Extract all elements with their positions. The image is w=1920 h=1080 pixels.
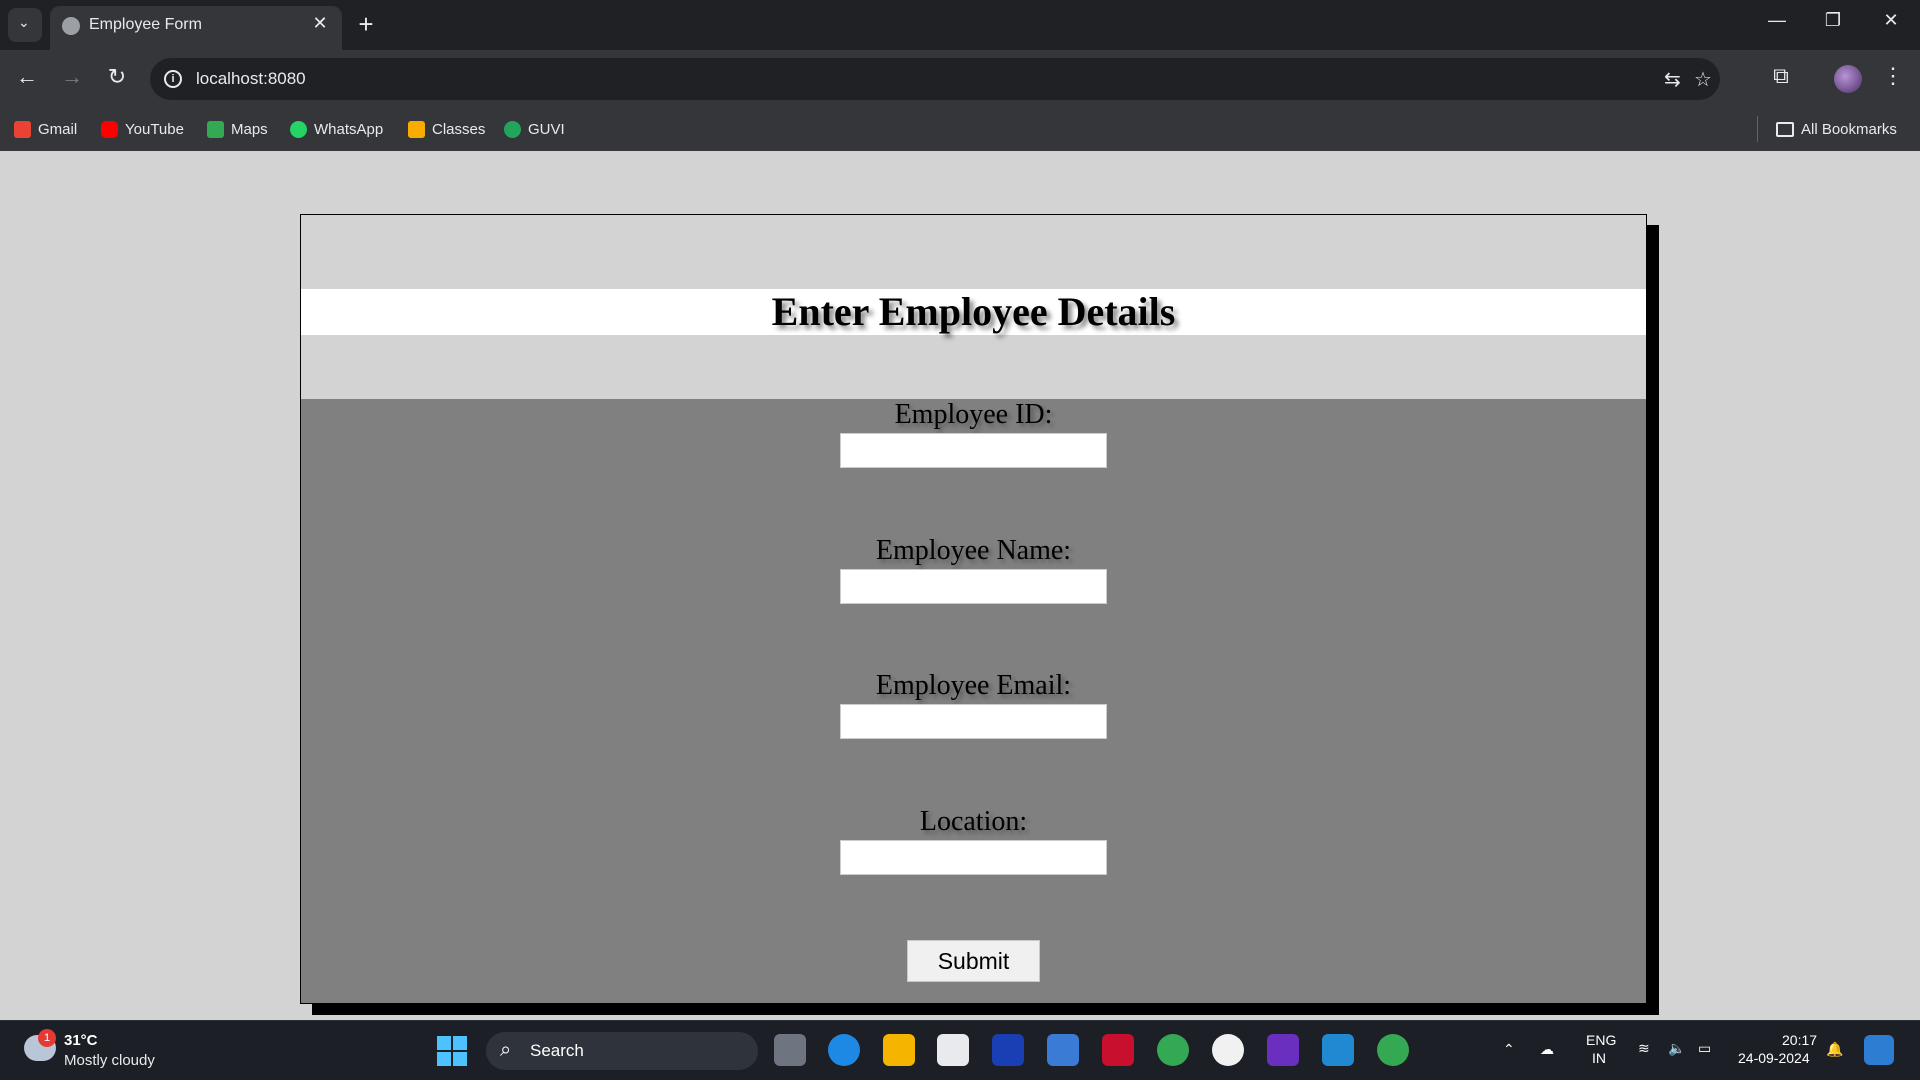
search-icon: ⌕ xyxy=(500,1039,512,1061)
close-window-icon[interactable]: ✕ xyxy=(1876,10,1906,31)
task-view-icon[interactable] xyxy=(774,1034,806,1066)
submit-button[interactable]: Submit xyxy=(907,940,1040,982)
bookmark-label: YouTube xyxy=(125,120,184,138)
bookmark-label: WhatsApp xyxy=(314,120,384,138)
windows-logo-tile xyxy=(453,1052,467,1066)
employee-id-input[interactable] xyxy=(840,433,1107,468)
bookmarks-divider xyxy=(1757,116,1758,142)
employee-form-card: Enter Employee Details Employee ID: Empl… xyxy=(300,214,1647,1004)
taskbar-search[interactable]: ⌕ Search xyxy=(486,1032,758,1070)
classroom-icon xyxy=(408,120,425,138)
weather-description[interactable]: Mostly cloudy xyxy=(64,1052,155,1069)
translate-icon[interactable]: ⇆ xyxy=(1664,67,1681,92)
start-button[interactable] xyxy=(437,1036,467,1066)
reload-icon[interactable]: ↻ xyxy=(102,64,132,90)
youtube-icon xyxy=(101,120,118,138)
bookmark-label: Maps xyxy=(231,120,268,138)
employee-email-input[interactable] xyxy=(840,704,1107,739)
bookmark-star-icon[interactable]: ☆ xyxy=(1694,67,1712,92)
guvi-icon xyxy=(504,120,521,138)
search-label: Search xyxy=(530,1041,584,1060)
bookmark-gmail[interactable]: Gmail xyxy=(14,118,77,140)
employee-email-label: Employee Email: xyxy=(875,670,1072,701)
extensions-icon[interactable]: ⧉ xyxy=(1766,63,1796,89)
all-bookmarks-label: All Bookmarks xyxy=(1801,120,1897,138)
bookmark-maps[interactable]: Maps xyxy=(207,118,268,140)
language-top[interactable]: ENG xyxy=(1586,1032,1616,1048)
weather-badge: 1 xyxy=(38,1029,56,1047)
minimize-icon[interactable]: — xyxy=(1762,10,1792,31)
bookmark-label: Gmail xyxy=(38,120,78,138)
location-label: Location: xyxy=(919,806,1028,837)
employee-name-input[interactable] xyxy=(840,569,1107,604)
location-input[interactable] xyxy=(840,840,1107,875)
employee-form: Employee ID: Employee Name: Employee Ema… xyxy=(301,399,1646,1003)
bookmark-label: GUVI xyxy=(528,120,565,138)
chrome-active-icon[interactable] xyxy=(1377,1034,1409,1066)
url-text[interactable]: localhost:8080 xyxy=(196,69,306,89)
site-info-icon[interactable]: i xyxy=(164,70,182,88)
a-app-icon[interactable] xyxy=(1047,1034,1079,1066)
volume-icon[interactable]: 🔈 xyxy=(1668,1040,1685,1057)
close-tab-icon[interactable]: ✕ xyxy=(310,13,330,34)
gmail-icon xyxy=(14,120,31,138)
edge-icon[interactable] xyxy=(828,1034,860,1066)
clock-date[interactable]: 24-09-2024 xyxy=(1738,1050,1810,1066)
l-app-icon[interactable] xyxy=(992,1034,1024,1066)
bookmark-classes[interactable]: Classes xyxy=(408,118,485,140)
battery-icon[interactable]: ▭ xyxy=(1698,1040,1711,1057)
copilot-icon[interactable] xyxy=(1864,1035,1894,1065)
clock-time[interactable]: 20:17 xyxy=(1782,1032,1817,1048)
employee-name-label: Employee Name: xyxy=(875,535,1072,566)
windows-logo-tile xyxy=(437,1036,451,1050)
heading-band: Enter Employee Details xyxy=(301,289,1646,335)
language-bottom[interactable]: IN xyxy=(1592,1050,1606,1066)
onedrive-icon[interactable]: ☁ xyxy=(1540,1041,1554,1058)
browser-toolbar: ← → ↻ i localhost:8080 ⇆ ☆ ⧉ ⋮ xyxy=(0,50,1920,108)
vscode-icon[interactable] xyxy=(1322,1034,1354,1066)
tab-title: Employee Form xyxy=(89,16,202,33)
store-icon[interactable] xyxy=(937,1034,969,1066)
tab-search-button[interactable]: ⌄ xyxy=(8,8,42,42)
page-content: Enter Employee Details Employee ID: Empl… xyxy=(0,151,1920,1020)
browser-tab-bar: ⌄ Employee Form ✕ + — ❐ ✕ xyxy=(0,0,1920,50)
maps-icon xyxy=(207,120,224,138)
windows-logo-tile xyxy=(437,1052,451,1066)
bookmark-label: Classes xyxy=(432,120,486,138)
bookmark-guvi[interactable]: GUVI xyxy=(504,118,565,140)
menu-kebab-icon[interactable]: ⋮ xyxy=(1878,63,1908,89)
folder-icon xyxy=(1776,121,1794,137)
profile-avatar[interactable] xyxy=(1834,65,1862,93)
back-icon[interactable]: ← xyxy=(12,64,42,90)
address-bar[interactable]: i localhost:8080 ⇆ ☆ xyxy=(150,58,1720,100)
intellij-icon[interactable] xyxy=(1267,1034,1299,1066)
forward-icon[interactable]: → xyxy=(57,64,87,90)
wifi-icon[interactable]: ≋ xyxy=(1638,1040,1650,1057)
bookmarks-bar: Gmail YouTube Maps WhatsApp Classes GUVI… xyxy=(0,108,1920,151)
show-hidden-icons[interactable]: ⌃ xyxy=(1503,1041,1515,1058)
bookmark-whatsapp[interactable]: WhatsApp xyxy=(290,118,383,140)
chrome-icon[interactable] xyxy=(1157,1034,1189,1066)
notification-bell-icon[interactable]: 🔔 xyxy=(1826,1041,1843,1058)
globe-icon xyxy=(62,17,80,35)
all-bookmarks-button[interactable]: All Bookmarks xyxy=(1776,118,1897,140)
mcafee-icon[interactable] xyxy=(1102,1034,1134,1066)
file-explorer-icon[interactable] xyxy=(883,1034,915,1066)
chevron-down-icon: ⌄ xyxy=(18,14,30,30)
windows-taskbar: 1 31°C Mostly cloudy ⌕ Search ⌃ ☁ ENG IN… xyxy=(0,1020,1920,1080)
new-tab-button[interactable]: + xyxy=(354,9,378,40)
windows-logo-tile xyxy=(453,1036,467,1050)
mongodb-icon[interactable] xyxy=(1212,1034,1244,1066)
employee-id-label: Employee ID: xyxy=(894,399,1053,430)
bookmark-youtube[interactable]: YouTube xyxy=(101,118,184,140)
weather-temperature[interactable]: 31°C xyxy=(64,1032,98,1049)
restore-icon[interactable]: ❐ xyxy=(1818,10,1848,31)
page-title: Enter Employee Details xyxy=(771,289,1176,334)
whatsapp-icon xyxy=(290,120,307,138)
